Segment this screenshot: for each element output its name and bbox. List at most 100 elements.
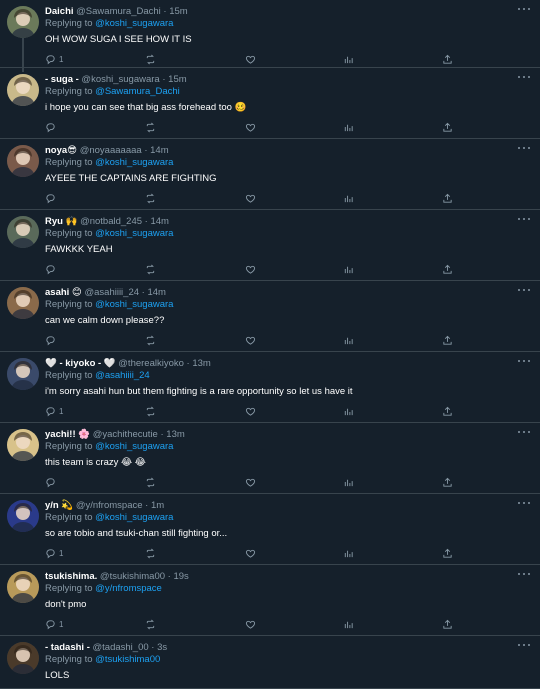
reply-button[interactable] <box>45 334 59 346</box>
user-handle[interactable]: @koshi_sugawara <box>81 74 159 85</box>
like-button[interactable] <box>245 476 256 488</box>
analytics-button[interactable] <box>343 476 354 488</box>
timestamp[interactable]: 13m <box>166 429 184 440</box>
analytics-button[interactable] <box>343 53 354 65</box>
tweet[interactable]: 🤍 - kiyoko - 🤍 @therealkiyoko · 13m Reply… <box>0 352 540 423</box>
share-button[interactable] <box>442 334 453 346</box>
timestamp[interactable]: 14m <box>147 287 165 298</box>
retweet-button[interactable] <box>145 192 156 204</box>
share-button[interactable] <box>442 476 453 488</box>
avatar[interactable] <box>7 287 39 319</box>
mention-link[interactable]: @koshi_sugawara <box>95 299 173 310</box>
avatar[interactable] <box>7 6 39 38</box>
avatar[interactable] <box>7 358 39 390</box>
display-name[interactable]: noya😎 <box>45 145 77 156</box>
share-button[interactable] <box>442 263 453 275</box>
reply-button[interactable]: 1 <box>45 53 63 65</box>
like-button[interactable] <box>245 192 256 204</box>
timestamp[interactable]: 15m <box>168 74 186 85</box>
display-name[interactable]: 🤍 - kiyoko - 🤍 <box>45 358 116 369</box>
retweet-button[interactable] <box>145 405 156 417</box>
display-name[interactable]: y/n 💫 <box>45 500 73 511</box>
tweet[interactable]: Daichi @Sawamura_Dachi · 15m Replying to … <box>0 0 540 68</box>
mention-link[interactable]: @koshi_sugawara <box>95 512 173 523</box>
mention-link[interactable]: @koshi_sugawara <box>95 157 173 168</box>
share-button[interactable] <box>442 618 453 630</box>
avatar[interactable] <box>7 642 39 674</box>
more-icon[interactable] <box>518 6 530 12</box>
more-icon[interactable] <box>518 216 530 222</box>
reply-button[interactable] <box>45 263 59 275</box>
avatar[interactable] <box>7 145 39 177</box>
mention-link[interactable]: @koshi_sugawara <box>95 228 173 239</box>
more-icon[interactable] <box>518 642 530 648</box>
tweet[interactable]: tsukishima. @tsukishima00 · 19s Replying … <box>0 565 540 636</box>
like-button[interactable] <box>245 263 256 275</box>
like-button[interactable] <box>245 618 256 630</box>
analytics-button[interactable] <box>343 405 354 417</box>
reply-button[interactable] <box>45 121 59 133</box>
more-icon[interactable] <box>518 145 530 151</box>
user-handle[interactable]: @tsukishima00 <box>100 571 165 582</box>
avatar[interactable] <box>7 429 39 461</box>
more-icon[interactable] <box>518 571 530 577</box>
tweet[interactable]: y/n 💫 @y/nfromspace · 1m Replying to @kos… <box>0 494 540 565</box>
tweet[interactable]: - suga - @koshi_sugawara · 15m Replying t… <box>0 38 540 139</box>
avatar[interactable] <box>7 571 39 603</box>
analytics-button[interactable] <box>343 121 354 133</box>
share-button[interactable] <box>442 53 453 65</box>
tweet[interactable]: - tadashi - @tadashi_00 · 3s Replying to … <box>0 636 540 689</box>
display-name[interactable]: - suga - <box>45 74 79 85</box>
user-handle[interactable]: @yachithecutie <box>93 429 158 440</box>
like-button[interactable] <box>245 547 256 559</box>
retweet-button[interactable] <box>145 121 156 133</box>
more-icon[interactable] <box>518 500 530 506</box>
like-button[interactable] <box>245 334 256 346</box>
analytics-button[interactable] <box>343 192 354 204</box>
more-icon[interactable] <box>518 287 530 293</box>
mention-link[interactable]: @koshi_sugawara <box>95 18 173 29</box>
display-name[interactable]: Daichi <box>45 6 74 17</box>
user-handle[interactable]: @noyaaaaaaa <box>80 145 142 156</box>
analytics-button[interactable] <box>343 334 354 346</box>
reply-button[interactable]: 1 <box>45 547 63 559</box>
reply-button[interactable]: 1 <box>45 405 63 417</box>
retweet-button[interactable] <box>145 334 156 346</box>
avatar[interactable] <box>7 74 39 106</box>
user-handle[interactable]: @notbald_245 <box>80 216 142 227</box>
display-name[interactable]: - tadashi - <box>45 642 90 653</box>
analytics-button[interactable] <box>343 547 354 559</box>
reply-button[interactable] <box>45 192 59 204</box>
share-button[interactable] <box>442 192 453 204</box>
tweet[interactable]: noya😎 @noyaaaaaaa · 14m Replying to @kosh… <box>0 139 540 210</box>
timestamp[interactable]: 3s <box>157 642 167 653</box>
retweet-button[interactable] <box>145 618 156 630</box>
user-handle[interactable]: @Sawamura_Dachi <box>76 6 161 17</box>
tweet[interactable]: yachi!! 🌸 @yachithecutie · 13m Replying t… <box>0 423 540 494</box>
share-button[interactable] <box>442 405 453 417</box>
timestamp[interactable]: 13m <box>192 358 210 369</box>
tweet[interactable]: asahi 😊 @asahiiii_24 · 14m Replying to @k… <box>0 281 540 352</box>
retweet-button[interactable] <box>145 53 156 65</box>
timestamp[interactable]: 15m <box>169 6 187 17</box>
retweet-button[interactable] <box>145 476 156 488</box>
mention-link[interactable]: @koshi_sugawara <box>95 441 173 452</box>
like-button[interactable] <box>245 405 256 417</box>
display-name[interactable]: Ryu 🙌 <box>45 216 77 227</box>
mention-link[interactable]: @Sawamura_Dachi <box>95 86 180 97</box>
share-button[interactable] <box>442 121 453 133</box>
timestamp[interactable]: 1m <box>151 500 164 511</box>
timestamp[interactable]: 14m <box>150 145 168 156</box>
user-handle[interactable]: @y/nfromspace <box>76 500 143 511</box>
analytics-button[interactable] <box>343 618 354 630</box>
display-name[interactable]: tsukishima. <box>45 571 97 582</box>
more-icon[interactable] <box>518 74 530 80</box>
avatar[interactable] <box>7 216 39 248</box>
mention-link[interactable]: @y/nfromspace <box>95 583 162 594</box>
retweet-button[interactable] <box>145 263 156 275</box>
retweet-button[interactable] <box>145 547 156 559</box>
timestamp[interactable]: 14m <box>150 216 168 227</box>
like-button[interactable] <box>245 121 256 133</box>
display-name[interactable]: yachi!! 🌸 <box>45 429 90 440</box>
user-handle[interactable]: @tadashi_00 <box>93 642 149 653</box>
